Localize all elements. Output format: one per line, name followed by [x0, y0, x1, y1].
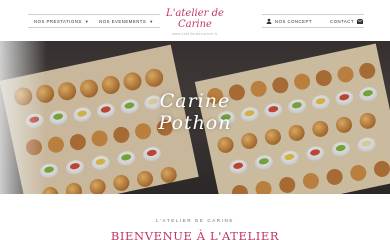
nav-item-concept[interactable]: NOS CONCEPT [266, 18, 312, 24]
primary-nav-right: NOS CONCEPT CONTACT [262, 14, 364, 28]
section-kicker: L'ATELIER DE CARINE [156, 218, 234, 223]
hero-title: Carine Pothon [158, 90, 232, 134]
nav-item-label: NOS CONCEPT [275, 18, 313, 24]
hero-overlay: Carine Pothon [120, 90, 270, 134]
nav-item-label: NOS PRESTATIONS [34, 18, 82, 24]
nav-item-evenements[interactable]: NOS EVENEMENTS ▼ [99, 19, 154, 24]
mail-icon [356, 18, 363, 24]
logo-wordmark: L'atelier de Carine [166, 8, 224, 30]
primary-nav-left: NOS PRESTATIONS ▼ NOS EVENEMENTS ▼ [28, 14, 160, 28]
welcome-heading: BIENVENUE À L'ATELIER [110, 229, 280, 240]
site-logo[interactable]: L'atelier de Carine www.latelierdecarine… [155, 8, 235, 36]
logo-url: www.latelierdecarine.fr [172, 32, 218, 36]
site-header: NOS PRESTATIONS ▼ NOS EVENEMENTS ▼ L'ate… [0, 0, 390, 41]
chevron-down-icon: ▼ [84, 18, 90, 24]
hero-banner: Carine Pothon [0, 41, 390, 194]
chevron-down-icon: ▼ [149, 18, 154, 24]
nav-item-label: CONTACT [330, 18, 354, 24]
nav-item-prestations[interactable]: NOS PRESTATIONS ▼ [34, 19, 89, 24]
user-icon [266, 18, 272, 24]
nav-item-label: NOS EVENEMENTS [99, 18, 147, 24]
nav-item-contact[interactable]: CONTACT [330, 18, 363, 24]
